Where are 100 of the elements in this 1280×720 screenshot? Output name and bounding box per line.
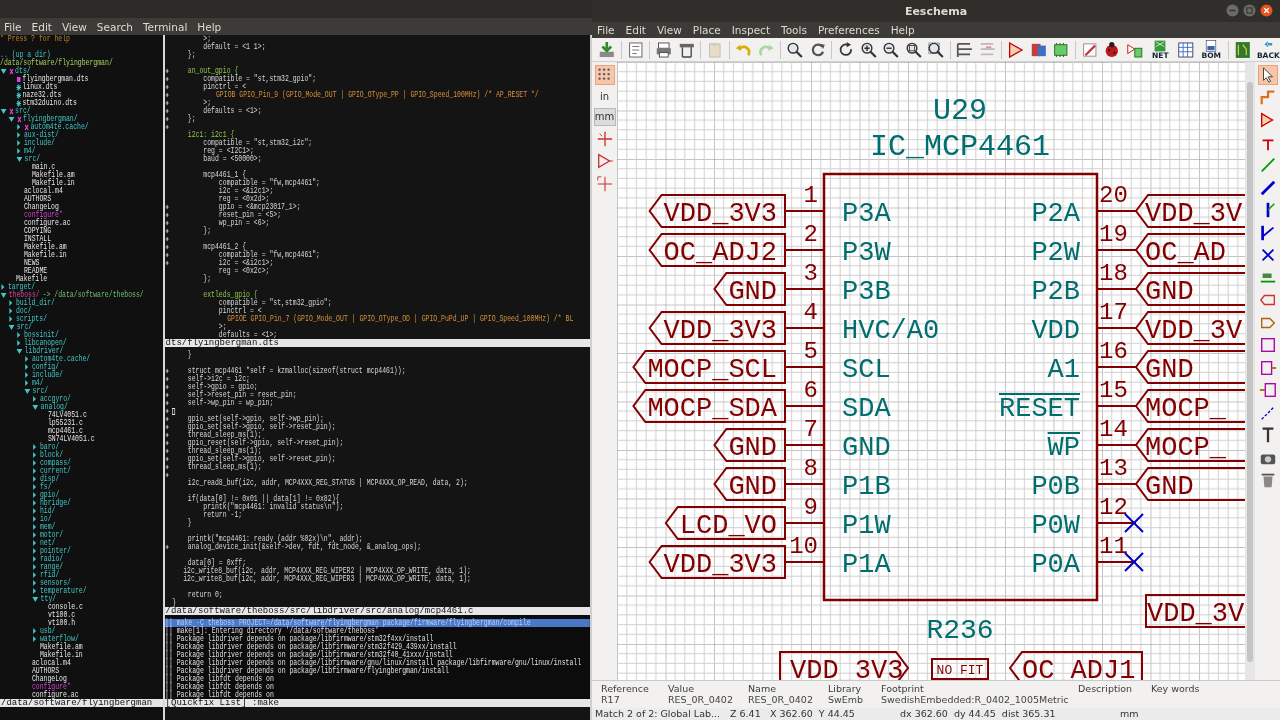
file-name[interactable]: ChangeLog bbox=[31, 675, 67, 683]
zoom-selection-icon[interactable] bbox=[927, 40, 945, 59]
folder-name[interactable]: build_dir/ bbox=[15, 299, 55, 307]
quickfix-line[interactable]: || make[1]: Entering directory '/data/software/theboss' bbox=[164, 627, 590, 635]
menu-item[interactable]: Search bbox=[96, 20, 133, 33]
expand-arrow-icon[interactable] bbox=[33, 484, 37, 490]
folder-name[interactable]: usb/ bbox=[39, 627, 56, 635]
scrollbar[interactable] bbox=[1245, 62, 1255, 680]
file-name[interactable]: mcp4461.c bbox=[47, 427, 83, 435]
expand-arrow-icon[interactable] bbox=[9, 308, 13, 314]
grid-icon[interactable] bbox=[595, 66, 614, 84]
file-name[interactable]: AUTHORS bbox=[23, 195, 52, 203]
expand-arrow-icon[interactable] bbox=[25, 364, 29, 370]
quickfix-line[interactable]: || Package libfdt depends on bbox=[164, 691, 590, 699]
file-name[interactable]: configure.ac bbox=[31, 691, 79, 699]
folder-name[interactable]: m4/ bbox=[23, 147, 36, 155]
expand-arrow-icon[interactable] bbox=[9, 316, 13, 322]
zoom-fit-icon[interactable] bbox=[904, 40, 923, 59]
expand-arrow-icon[interactable] bbox=[33, 588, 37, 594]
folder-name[interactable]: pointer/ bbox=[39, 547, 71, 555]
expand-arrow-icon[interactable] bbox=[17, 140, 21, 146]
quickfix-line[interactable]: || Package libfdt depends on bbox=[164, 683, 590, 691]
quickfix-line[interactable]: || Package libdriver depends on package/libfirmware/flyingbergman/install bbox=[164, 667, 590, 675]
quickfix-line[interactable]: || Package libdriver depends on package/libfirmware/stm32f40_41xxx/install bbox=[164, 651, 590, 659]
folder-name[interactable]: include/ bbox=[31, 371, 63, 379]
file-name[interactable]: console.c bbox=[47, 603, 83, 611]
menu-item[interactable]: Edit bbox=[625, 24, 646, 36]
collapse-arrow-icon[interactable] bbox=[8, 116, 15, 122]
folder-name[interactable]: gpio/ bbox=[39, 491, 60, 499]
quickfix-line[interactable]: || Package libfdt depends on bbox=[164, 675, 590, 683]
sheet-icon[interactable] bbox=[1258, 336, 1277, 354]
folder-name[interactable]: src/ bbox=[32, 387, 49, 395]
collapse-arrow-icon[interactable] bbox=[16, 348, 23, 354]
menu-item[interactable]: View bbox=[61, 20, 87, 33]
folder-name[interactable]: config/ bbox=[31, 363, 60, 371]
folder-name[interactable]: fs/ bbox=[39, 483, 52, 491]
file-name[interactable]: configure* bbox=[31, 683, 71, 691]
file-name[interactable]: naze32.dts bbox=[22, 91, 62, 99]
unit-toggle[interactable]: mm bbox=[594, 109, 615, 125]
file-name[interactable]: Makefile.in bbox=[39, 651, 83, 659]
file-name[interactable]: ChangeLog bbox=[23, 203, 59, 211]
folder-name[interactable]: hid/ bbox=[39, 507, 56, 515]
expand-arrow-icon[interactable] bbox=[25, 356, 29, 362]
folder-name[interactable]: flyingbergman/ bbox=[23, 115, 78, 123]
file-name[interactable]: Makefile.am bbox=[23, 243, 67, 251]
menu-item[interactable]: Tools bbox=[781, 24, 807, 36]
folder-name[interactable]: accgyro/ bbox=[39, 395, 71, 403]
menu-item[interactable]: Place bbox=[692, 24, 721, 36]
file-name[interactable]: Makefile.am bbox=[39, 643, 83, 651]
file-name[interactable]: aclocal.m4 bbox=[23, 187, 63, 195]
expand-arrow-icon[interactable] bbox=[33, 476, 37, 482]
ladybug-icon[interactable] bbox=[1103, 40, 1121, 59]
folder-name[interactable]: disp/ bbox=[39, 475, 60, 483]
collapse-arrow-icon[interactable] bbox=[0, 292, 7, 298]
folder-name[interactable]: rfid/ bbox=[39, 571, 60, 579]
print-icon[interactable] bbox=[655, 40, 673, 59]
expand-arrow-icon[interactable] bbox=[25, 380, 29, 386]
file-name[interactable]: flyingbergman.dts bbox=[22, 75, 89, 83]
hierarchy-icon[interactable] bbox=[956, 40, 974, 59]
expand-arrow-icon[interactable] bbox=[33, 548, 37, 554]
folder-name[interactable]: net/ bbox=[39, 539, 56, 547]
save-icon[interactable] bbox=[598, 40, 616, 59]
expand-arrow-icon[interactable] bbox=[25, 372, 29, 378]
folder-name[interactable]: bossinit/ bbox=[23, 331, 59, 339]
file-name[interactable]: aclocal.m4 bbox=[31, 659, 71, 667]
file-name[interactable]: linux.dts bbox=[22, 83, 58, 91]
expand-arrow-icon[interactable] bbox=[33, 540, 37, 546]
folder-name[interactable]: block/ bbox=[39, 451, 64, 459]
file-name[interactable]: vt100.c bbox=[47, 611, 76, 619]
find-icon[interactable] bbox=[785, 40, 804, 59]
quickfix-line[interactable]: || Package libdriver depends on package/libfirmware/stm32f429_439xx/install bbox=[164, 643, 590, 651]
folder-name[interactable]: current/ bbox=[39, 467, 71, 475]
folder-name[interactable]: mem/ bbox=[39, 523, 56, 531]
expand-arrow-icon[interactable] bbox=[33, 524, 37, 530]
chip-icon[interactable] bbox=[1052, 40, 1070, 59]
expand-arrow-icon[interactable] bbox=[9, 300, 13, 306]
file-name[interactable]: Makefile bbox=[15, 275, 48, 283]
hidden-pins-icon[interactable] bbox=[595, 152, 614, 170]
folder-name[interactable]: compass/ bbox=[39, 459, 71, 467]
expand-arrow-icon[interactable] bbox=[33, 532, 37, 538]
folder-name[interactable]: libcanopen/ bbox=[23, 339, 67, 347]
sheet-pin-icon[interactable] bbox=[1258, 358, 1277, 377]
minimize-icon[interactable] bbox=[1225, 3, 1240, 18]
folder-name[interactable]: temperature/ bbox=[39, 587, 87, 595]
folder-name[interactable]: baro/ bbox=[39, 443, 60, 451]
collapse-arrow-icon[interactable] bbox=[16, 156, 23, 162]
expand-arrow-icon[interactable] bbox=[33, 636, 37, 642]
page-settings-icon[interactable] bbox=[626, 40, 645, 59]
file-name[interactable]: 74LV4051.c bbox=[47, 411, 87, 419]
folder-name[interactable]: libdriver/ bbox=[24, 347, 64, 355]
folder-name[interactable]: scripts/ bbox=[15, 315, 48, 323]
folder-name[interactable]: src/ bbox=[24, 155, 41, 163]
menu-item[interactable]: Inspect bbox=[731, 24, 770, 36]
bus-icon[interactable] bbox=[1258, 178, 1277, 197]
folder-name[interactable]: analog/ bbox=[40, 403, 68, 411]
menu-item[interactable]: Terminal bbox=[142, 20, 188, 33]
expand-arrow-icon[interactable] bbox=[33, 556, 37, 562]
menu-item[interactable]: View bbox=[656, 24, 682, 36]
folder-name[interactable]: target/ bbox=[7, 283, 36, 291]
folder-name[interactable]: range/ bbox=[39, 563, 64, 571]
